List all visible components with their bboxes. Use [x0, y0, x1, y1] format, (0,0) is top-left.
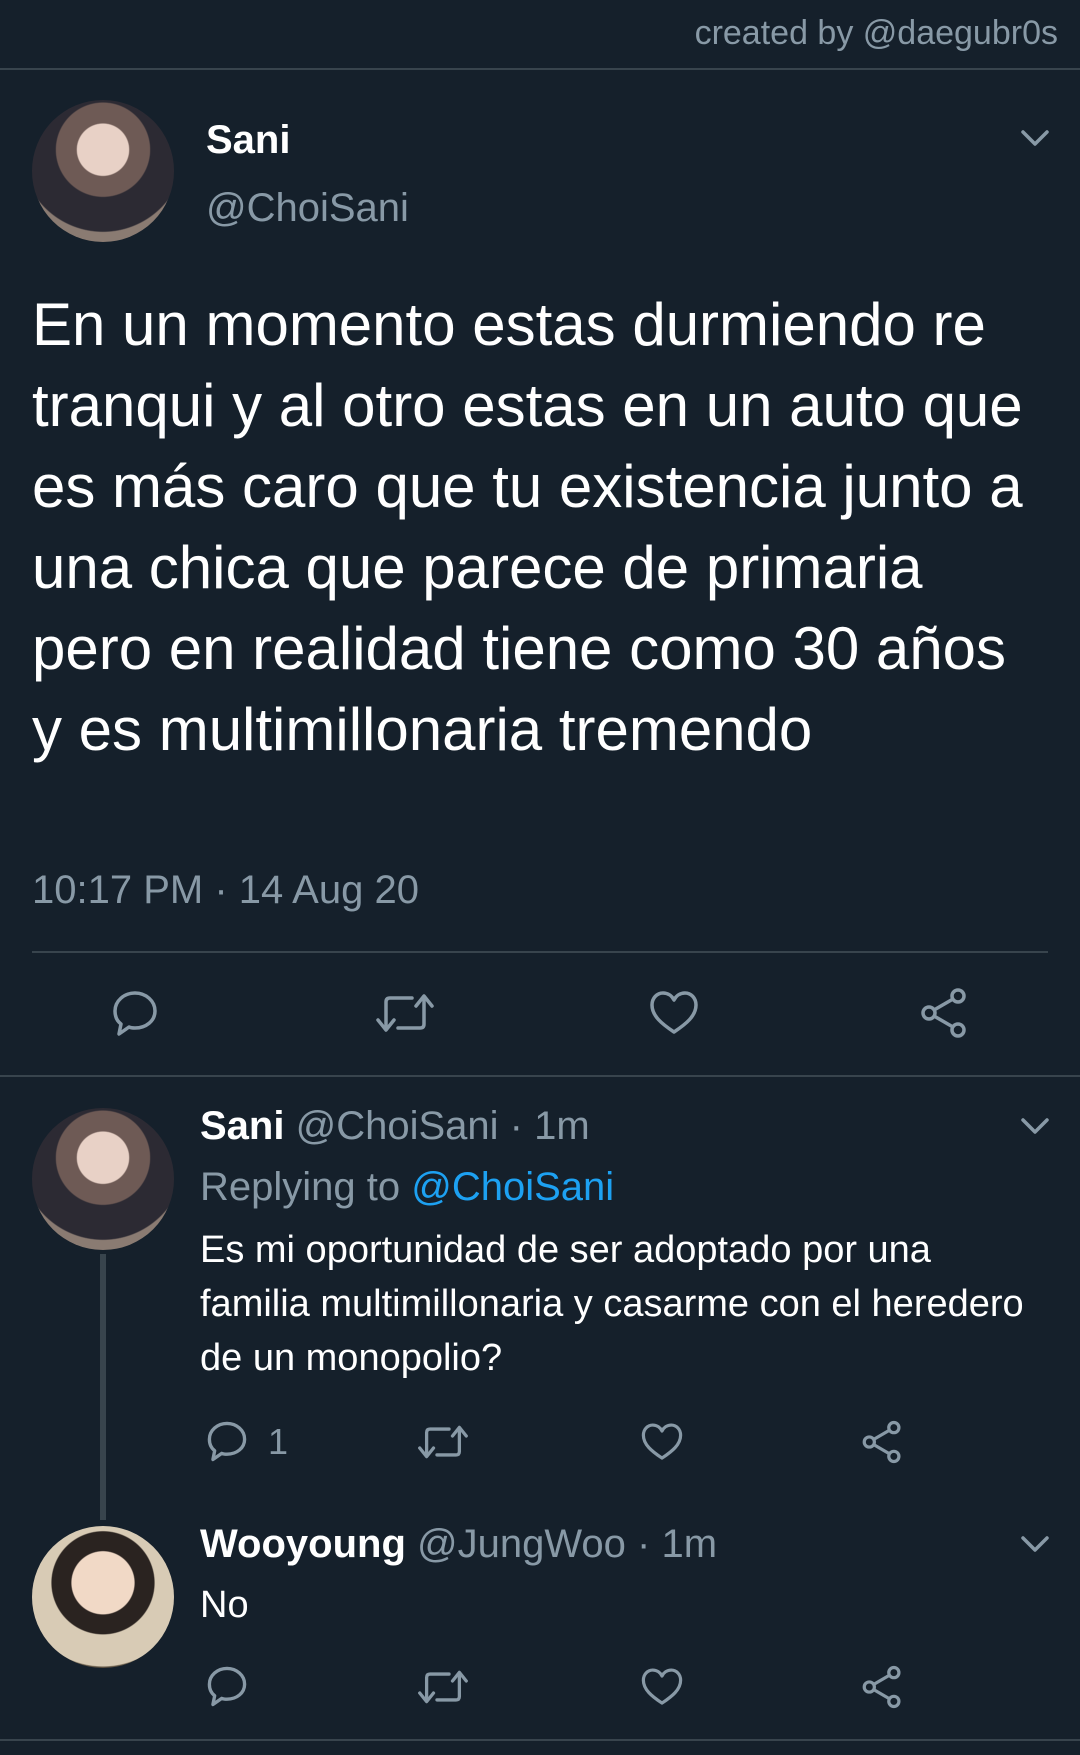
main-tweet-divider — [32, 951, 1048, 953]
share-button[interactable] — [860, 1420, 904, 1464]
reply-icon — [113, 991, 157, 1036]
share-button[interactable] — [918, 988, 970, 1038]
avatar[interactable] — [32, 1108, 174, 1250]
main-author-name[interactable]: Sani — [206, 118, 290, 163]
retweet-button[interactable] — [376, 988, 434, 1038]
replying-to-line: Replying to @ChoiSani — [200, 1165, 614, 1210]
chevron-down-icon[interactable] — [1020, 1534, 1050, 1554]
retweet-icon — [376, 994, 434, 1032]
reply-time: · 1m — [509, 1104, 590, 1148]
share-icon — [862, 1665, 901, 1709]
section-divider — [0, 1075, 1080, 1077]
like-icon — [650, 991, 698, 1034]
main-tweet-text: En un momento estas durmiendo re tranqui… — [32, 291, 1023, 763]
main-author-handle[interactable]: @ChoiSani — [206, 186, 409, 231]
reply-count: 1 — [268, 1421, 289, 1462]
reply-time: · 1m — [637, 1522, 718, 1566]
like-button[interactable] — [648, 988, 700, 1038]
reply-icon — [207, 1421, 247, 1462]
bottom-divider — [0, 1739, 1080, 1741]
share-icon — [862, 1420, 901, 1464]
like-icon — [641, 1423, 683, 1460]
retweet-icon — [418, 1670, 468, 1704]
retweet-button[interactable] — [418, 1420, 468, 1464]
reply-text: Es mi oportunidad de ser adoptado por un… — [200, 1229, 1024, 1379]
reply-author-handle[interactable]: @ChoiSani — [296, 1104, 499, 1148]
reply-button[interactable] — [205, 1419, 249, 1463]
header-divider — [0, 68, 1080, 70]
like-button[interactable] — [640, 1665, 684, 1709]
replying-to-link[interactable]: @ChoiSani — [411, 1165, 614, 1209]
share-icon — [921, 988, 966, 1038]
reply-header: Sani @ChoiSani · 1m — [200, 1104, 590, 1149]
replying-to-label: Replying to — [200, 1165, 401, 1209]
avatar[interactable] — [32, 100, 174, 242]
reply-button[interactable] — [110, 988, 160, 1038]
credit-label: created by @daegubr0s — [694, 14, 1058, 52]
reply-author-name[interactable]: Wooyoung — [200, 1522, 406, 1566]
retweet-button[interactable] — [418, 1665, 468, 1709]
reply-button[interactable] — [205, 1664, 249, 1708]
reply-author-name[interactable]: Sani — [200, 1104, 284, 1148]
reply-header: Wooyoung @JungWoo · 1m — [200, 1522, 717, 1567]
reply-author-handle[interactable]: @JungWoo — [417, 1522, 626, 1566]
avatar[interactable] — [32, 1526, 174, 1668]
thread-connector — [100, 1254, 106, 1520]
chevron-down-icon[interactable] — [1020, 1116, 1050, 1136]
like-icon — [641, 1668, 683, 1705]
like-button[interactable] — [640, 1420, 684, 1464]
chevron-down-icon[interactable] — [1020, 128, 1050, 148]
reply-text: No — [200, 1584, 249, 1626]
reply-icon — [207, 1666, 247, 1707]
share-button[interactable] — [860, 1665, 904, 1709]
main-tweet-timestamp: 10:17 PM · 14 Aug 20 — [32, 868, 419, 912]
retweet-icon — [418, 1425, 468, 1459]
